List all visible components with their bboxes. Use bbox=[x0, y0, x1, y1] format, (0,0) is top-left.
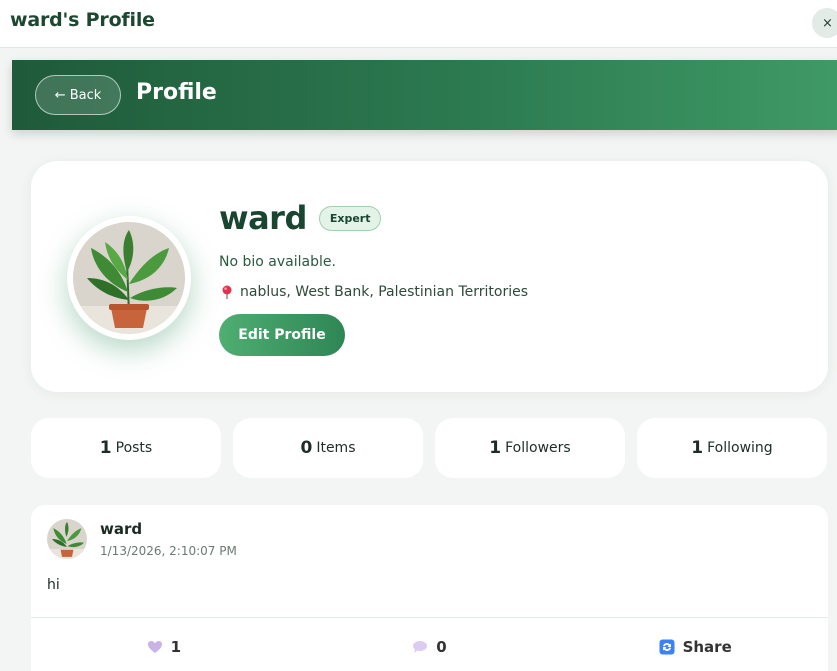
name-row: ward Expert bbox=[219, 199, 382, 237]
stat-label: Following bbox=[707, 440, 773, 456]
post-body-text: hi bbox=[47, 577, 60, 593]
edit-profile-button[interactable]: Edit Profile bbox=[219, 314, 345, 356]
stat-items[interactable]: 0 Items bbox=[233, 418, 423, 478]
bio-text: No bio available. bbox=[219, 254, 336, 270]
post-author-name[interactable]: ward bbox=[100, 520, 142, 538]
post-card: ward 1/13/2026, 2:10:07 PM hi 1 0 Share bbox=[31, 505, 828, 671]
modal-header: ward's Profile × bbox=[0, 0, 837, 48]
page-title: Profile bbox=[136, 80, 217, 105]
stat-label: Items bbox=[316, 440, 356, 456]
user-name: ward bbox=[219, 199, 307, 237]
stat-label: Followers bbox=[505, 440, 571, 456]
stat-label: Posts bbox=[115, 440, 153, 456]
comment-button[interactable]: 0 bbox=[297, 618, 563, 671]
close-icon: × bbox=[822, 15, 833, 31]
back-button[interactable]: ← Back bbox=[35, 75, 121, 115]
close-button[interactable]: × bbox=[812, 8, 837, 38]
share-label: Share bbox=[682, 637, 732, 656]
stat-followers[interactable]: 1 Followers bbox=[435, 418, 625, 478]
modal-title: ward's Profile bbox=[10, 9, 155, 31]
stat-count: 1 bbox=[489, 438, 502, 458]
plant-avatar-image bbox=[73, 222, 185, 334]
location-pin-icon bbox=[222, 285, 232, 299]
stat-following[interactable]: 1 Following bbox=[637, 418, 827, 478]
comment-count: 0 bbox=[436, 637, 447, 656]
post-author-avatar[interactable] bbox=[47, 519, 87, 559]
profile-hero-bar: ← Back Profile bbox=[12, 60, 837, 130]
location-text: nablus, West Bank, Palestinian Territori… bbox=[240, 284, 529, 300]
like-count: 1 bbox=[170, 637, 182, 656]
share-button[interactable]: Share bbox=[562, 618, 828, 671]
avatar bbox=[67, 216, 191, 340]
stat-posts[interactable]: 1 Posts bbox=[31, 418, 221, 478]
stat-count: 0 bbox=[300, 438, 313, 458]
post-actions: 1 0 Share bbox=[31, 617, 828, 671]
comment-icon bbox=[413, 640, 428, 653]
stat-count: 1 bbox=[691, 438, 704, 458]
stat-count: 1 bbox=[99, 438, 112, 458]
heart-icon bbox=[147, 640, 162, 653]
plant-avatar-image bbox=[47, 519, 87, 559]
post-timestamp: 1/13/2026, 2:10:07 PM bbox=[100, 544, 237, 558]
like-button[interactable]: 1 bbox=[31, 618, 297, 671]
role-badge: Expert bbox=[318, 205, 382, 231]
profile-card: ward Expert No bio available. nablus, We… bbox=[31, 161, 828, 392]
location-row: nablus, West Bank, Palestinian Territori… bbox=[221, 284, 528, 300]
share-icon bbox=[659, 639, 675, 654]
